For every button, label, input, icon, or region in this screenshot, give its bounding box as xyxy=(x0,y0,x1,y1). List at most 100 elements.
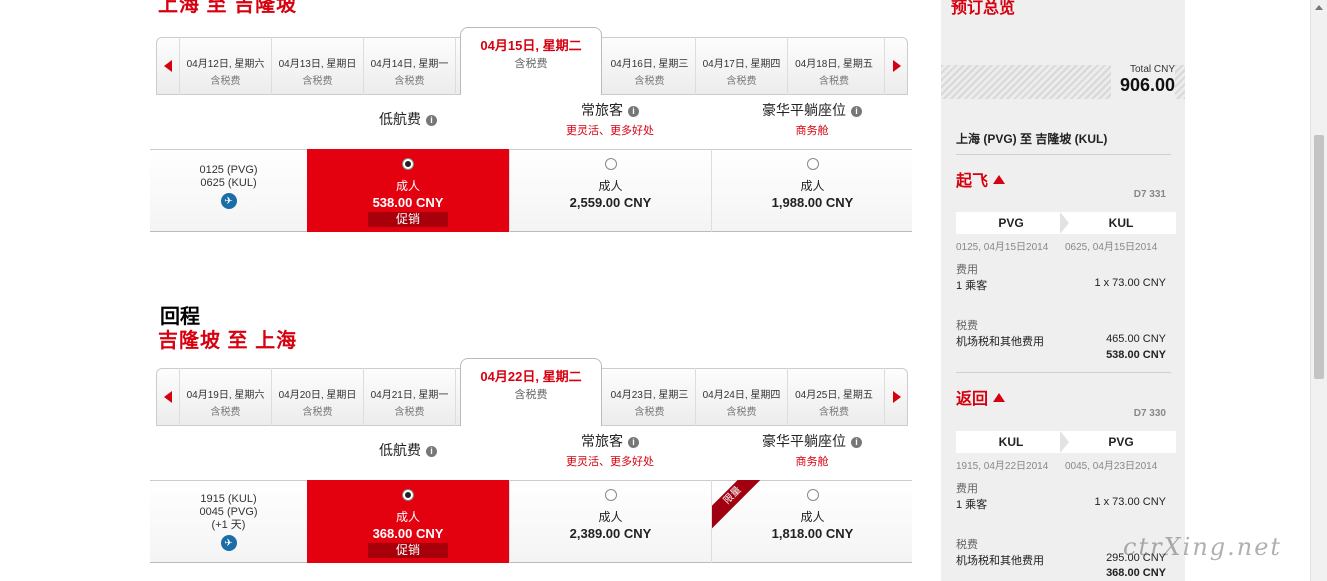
tax-value: 465.00 CNY xyxy=(1106,333,1166,345)
date-option[interactable]: 04月18日, 星期五 含税费 xyxy=(788,37,880,95)
date-option[interactable]: 04月25日, 星期五 含税费 xyxy=(788,368,880,426)
return-leg-toggle[interactable]: 返回 xyxy=(956,385,1006,409)
flight-number: D7 330 xyxy=(1133,408,1166,419)
date-option[interactable]: 04月17日, 星期四 含税费 xyxy=(696,37,788,95)
fare-option-business[interactable]: 成人 1,988.00 CNY xyxy=(711,149,913,232)
tax-note: 含税费 xyxy=(394,407,425,418)
page-scrollbar[interactable] xyxy=(1310,0,1327,581)
date-option[interactable]: 04月20日, 星期日 含税费 xyxy=(272,368,364,426)
next-dates-button[interactable] xyxy=(884,37,908,95)
tax-item: 机场税和其他费用 xyxy=(956,555,1044,567)
selected-date-tab[interactable]: 04月15日, 星期二 含税费 xyxy=(460,27,602,95)
info-icon[interactable]: i xyxy=(628,106,639,117)
selected-date-tab[interactable]: 04月22日, 星期二 含税费 xyxy=(460,358,602,426)
tax-note: 含税费 xyxy=(514,389,548,401)
watermark: ctrXing.net xyxy=(1123,533,1283,561)
scroll-thumb[interactable] xyxy=(1314,135,1324,379)
fare-subtitle: 商务舱 xyxy=(795,125,829,137)
fare-subtitle: 商务舱 xyxy=(795,456,829,468)
passenger-fee: 1 x 73.00 CNY xyxy=(1094,496,1166,508)
outbound-leg-toggle[interactable]: 起飞 xyxy=(956,167,1006,191)
fare-amount: 2,389.00 CNY xyxy=(569,526,652,541)
passenger-count: 1 乘客 xyxy=(956,280,988,292)
info-icon[interactable]: i xyxy=(426,446,437,457)
fare-option-flex[interactable]: 成人 2,559.00 CNY xyxy=(509,149,711,232)
date-option[interactable]: 04月14日, 星期一 含税费 xyxy=(364,37,456,95)
date-label: 04月21日, 星期一 xyxy=(370,390,449,401)
booking-summary-panel: 预订总览 Total CNY 906.00 上海 (PVG) 至 吉隆坡 (KU… xyxy=(941,0,1185,581)
fare-radio[interactable] xyxy=(604,158,617,170)
leg-to: KUL xyxy=(1108,216,1134,230)
date-option[interactable]: 04月19日, 星期六 含税费 xyxy=(180,368,272,426)
fare-radio[interactable] xyxy=(402,489,414,501)
fare-option-low[interactable]: 成人 368.00 CNY 促销 xyxy=(307,480,509,563)
leg-depart-time: 1915, 04月22日2014 xyxy=(956,461,1049,472)
flight-times: 0125 (PVG) 0625 (KUL) ✈ xyxy=(150,150,307,231)
tax-item: 机场税和其他费用 xyxy=(956,336,1044,348)
fare-header-flex: 常旅客 i 更灵活、更多好处 xyxy=(509,431,711,469)
info-icon[interactable]: i xyxy=(426,115,437,126)
arrive-time: 0625 (KUL) xyxy=(200,177,257,189)
prev-dates-button[interactable] xyxy=(156,368,180,426)
tax-label: 税费 xyxy=(956,320,978,332)
fare-header-low: 低航费 i xyxy=(307,440,509,460)
plane-icon[interactable]: ✈ xyxy=(220,535,237,551)
info-icon[interactable]: i xyxy=(851,106,862,117)
date-option[interactable]: 04月23日, 星期三 含税费 xyxy=(604,368,696,426)
fare-option-flex[interactable]: 成人 2,389.00 CNY xyxy=(509,480,711,563)
date-label: 04月22日, 星期二 xyxy=(480,369,582,384)
date-option[interactable]: 04月24日, 星期四 含税费 xyxy=(696,368,788,426)
passenger-fee-line: 1 乘客 1 x 73.00 CNY xyxy=(956,496,1166,512)
plane-icon[interactable]: ✈ xyxy=(220,193,237,209)
date-label: 04月19日, 星期六 xyxy=(186,390,265,401)
passenger-type: 成人 xyxy=(395,179,420,193)
leg-arrive-time: 0625, 04月15日2014 xyxy=(1065,242,1158,253)
fare-option-low[interactable]: 成人 538.00 CNY 促销 xyxy=(307,149,509,232)
date-label: 04月25日, 星期五 xyxy=(795,390,873,401)
fare-radio[interactable] xyxy=(402,158,414,170)
return-section: 回程 吉隆坡 至 上海 04月19日, 星期六 含税费 04月20日, 星期日 含税… xyxy=(150,306,912,563)
fare-radio[interactable] xyxy=(806,489,819,501)
date-option[interactable]: 04月13日, 星期日 含税费 xyxy=(272,37,364,95)
tax-note: 含税费 xyxy=(634,407,665,418)
summary-route: 上海 (PVG) 至 吉隆坡 (KUL) xyxy=(956,132,1108,146)
total-value: 906.00 xyxy=(1119,75,1175,95)
outbound-fare-row: 0125 (PVG) 0625 (KUL) ✈ 成人 538.00 CNY 促销… xyxy=(150,149,912,232)
fare-amount: 368.00 CNY xyxy=(372,526,444,541)
summary-title: 预订总览 xyxy=(951,0,1016,17)
info-icon[interactable]: i xyxy=(851,437,862,448)
fare-header-flex: 常旅客 i 更灵活、更多好处 xyxy=(509,100,711,138)
next-dates-button[interactable] xyxy=(884,368,908,426)
fare-amount: 1,818.00 CNY xyxy=(771,526,854,541)
collapse-arrow-icon xyxy=(993,393,1006,402)
collapse-arrow-icon xyxy=(993,175,1006,184)
date-label: 04月24日, 星期四 xyxy=(702,390,781,401)
date-option[interactable]: 04月12日, 星期六 含税费 xyxy=(180,37,272,95)
fare-headers: 低航费 i 常旅客 i 更灵活、更多好处 豪华平躺座位 i 商务舱 xyxy=(150,426,912,480)
date-label: 04月14日, 星期一 xyxy=(370,59,449,70)
fare-amount: 2,559.00 CNY xyxy=(569,195,652,210)
fare-name: 低航费 xyxy=(379,442,421,458)
scroll-up-icon[interactable] xyxy=(1315,5,1323,10)
fee-label: 费用 xyxy=(956,264,978,276)
tax-line: 机场税和其他费用 465.00 CNY xyxy=(956,333,1166,349)
leg-route-bar: PVG KUL xyxy=(956,212,1176,234)
prev-dates-button[interactable] xyxy=(156,37,180,95)
date-option[interactable]: 04月21日, 星期一 含税费 xyxy=(364,368,456,426)
fare-header-business: 豪华平躺座位 i 商务舱 xyxy=(711,431,913,469)
tax-note: 含税费 xyxy=(819,76,849,87)
tax-note: 含税费 xyxy=(634,76,665,87)
date-option[interactable]: 04月16日, 星期三 含税费 xyxy=(604,37,696,95)
passenger-type: 成人 xyxy=(800,179,825,193)
info-icon[interactable]: i xyxy=(628,437,639,448)
leg-subtotal: 368.00 CNY xyxy=(1106,567,1166,579)
arrow-right-icon xyxy=(892,60,901,72)
date-label: 04月20日, 星期日 xyxy=(278,390,357,401)
divider xyxy=(956,154,1171,155)
fare-radio[interactable] xyxy=(806,158,819,170)
passenger-fee-line: 1 乘客 1 x 73.00 CNY xyxy=(956,277,1166,293)
arrow-right-icon xyxy=(892,391,901,403)
outbound-date-strip: 04月12日, 星期六 含税费 04月13日, 星期日 含税费 04月14日, 星期… xyxy=(156,27,908,95)
fare-radio[interactable] xyxy=(604,489,617,501)
fare-option-business[interactable]: 限量 成人 1,818.00 CNY xyxy=(711,480,913,563)
